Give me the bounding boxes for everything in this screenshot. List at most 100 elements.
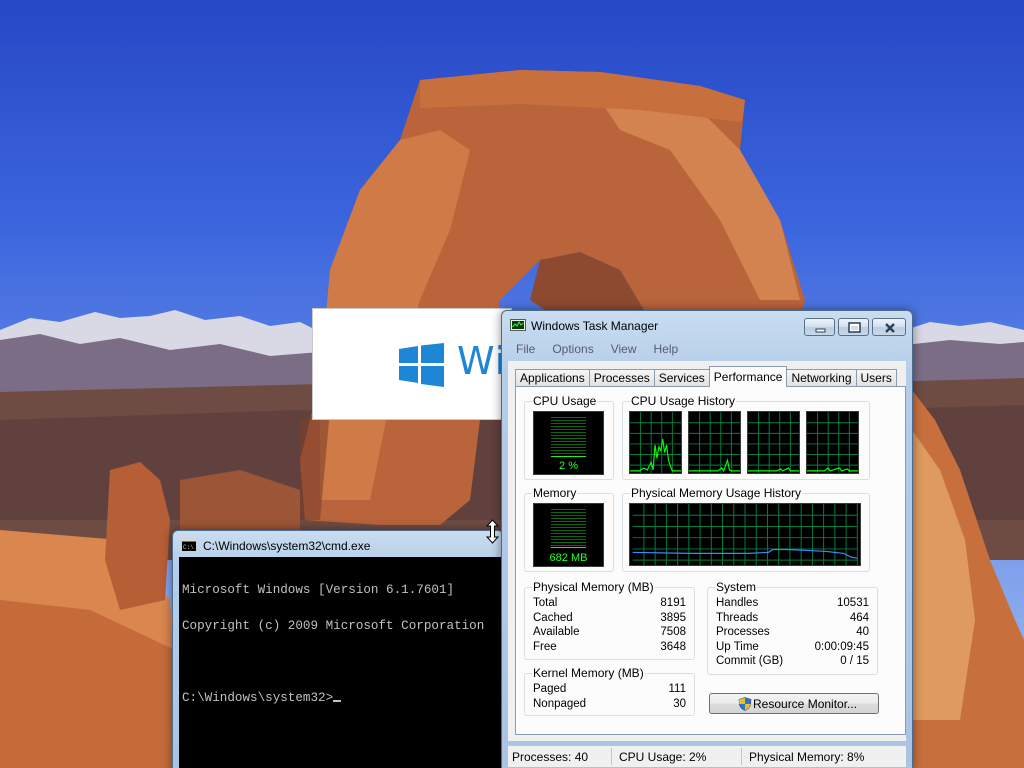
- system-label: System: [715, 580, 758, 594]
- cpu-usage-fill: [551, 455, 586, 458]
- svg-text:C:\: C:\: [183, 544, 194, 551]
- uac-shield-icon: [738, 697, 752, 711]
- cmd-title: C:\Windows\system32\cmd.exe: [203, 539, 371, 553]
- memory-fill: [551, 546, 586, 550]
- memory-value: 682 MB: [549, 552, 588, 564]
- menu-file[interactable]: File: [516, 340, 535, 360]
- maximize-icon: [848, 322, 861, 333]
- minimize-button[interactable]: [804, 318, 835, 336]
- menu-view[interactable]: View: [611, 340, 637, 360]
- tab-performance[interactable]: Performance: [708, 366, 788, 387]
- stat-row: Nonpaged 30: [533, 698, 686, 713]
- tab-users[interactable]: Users: [855, 369, 897, 387]
- resource-monitor-label: Resource Monitor...: [753, 697, 858, 711]
- status-separator: [611, 748, 612, 765]
- status-processes: Processes: 40: [512, 750, 589, 764]
- console-prompt-line: C:\Windows\system32>: [182, 692, 503, 704]
- stat-key: Processes: [716, 626, 770, 638]
- performance-panel: CPU Usage 2 % CPU Usage History Memory 6…: [515, 386, 906, 735]
- stat-row: Cached 3895: [533, 612, 686, 627]
- stat-key: Available: [533, 626, 580, 638]
- task-manager-icon: [510, 319, 526, 331]
- cpu-history-graph-core-3: [747, 411, 800, 474]
- windows-wordmark: Wi: [457, 339, 507, 383]
- tab-processes[interactable]: Processes: [588, 369, 655, 387]
- memory-history-group: Physical Memory Usage History: [622, 486, 870, 572]
- task-manager-body: Applications Processes Services Performa…: [508, 361, 906, 741]
- kernel-memory-label: Kernel Memory (MB): [532, 666, 645, 680]
- stat-key: Up Time: [716, 641, 759, 653]
- stat-value: 0:00:09:45: [814, 641, 869, 653]
- cpu-usage-group: CPU Usage 2 %: [524, 394, 614, 480]
- close-button[interactable]: [872, 318, 906, 336]
- physical-memory-group: Physical Memory (MB) Total 8191 Cached 389…: [524, 580, 695, 660]
- stat-row: Total 8191: [533, 597, 686, 612]
- stat-value: 40: [856, 626, 869, 638]
- cpu-usage-value: 2 %: [559, 460, 578, 472]
- cmd-window[interactable]: C:\ C:\Windows\system32\cmd.exe Microsof…: [172, 530, 504, 768]
- stat-row: Available 7508: [533, 626, 686, 641]
- stat-key: Handles: [716, 597, 759, 609]
- console-line: Microsoft Windows [Version 6.1.7601]: [182, 583, 455, 597]
- windows-logo-splash: Wi: [312, 308, 512, 420]
- cmd-icon: C:\: [181, 538, 197, 552]
- tab-strip: Applications Processes Services Performa…: [515, 366, 897, 387]
- vertical-resize-cursor-icon: [486, 519, 499, 544]
- status-memory: Physical Memory: 8%: [749, 750, 865, 764]
- tab-networking[interactable]: Networking: [786, 369, 857, 387]
- menu-bar: File Options View Help: [508, 340, 906, 360]
- stat-row: Up Time 0:00:09:45: [716, 641, 869, 656]
- task-manager-titlebar[interactable]: Windows Task Manager: [502, 311, 912, 339]
- stat-key: Paged: [533, 683, 567, 695]
- cmd-titlebar[interactable]: C:\ C:\Windows\system32\cmd.exe: [173, 531, 503, 559]
- stat-row: Paged 111: [533, 683, 686, 698]
- stat-value: 464: [849, 612, 869, 624]
- stat-key: Threads: [716, 612, 759, 624]
- cpu-usage-meter: 2 %: [533, 411, 604, 475]
- stat-value: 8191: [660, 597, 686, 609]
- console-line: Copyright (c) 2009 Microsoft Corporation: [182, 619, 485, 633]
- stat-row: Threads 464: [716, 612, 869, 627]
- stat-key: Commit (GB): [716, 655, 784, 667]
- kernel-memory-group: Kernel Memory (MB) Paged 111 Nonpaged 30: [524, 666, 695, 716]
- task-manager-title: Windows Task Manager: [531, 319, 659, 333]
- tab-services[interactable]: Services: [653, 369, 710, 387]
- cpu-history-trace: [807, 467, 858, 472]
- windows-logo-icon: [399, 343, 444, 387]
- minimize-icon: [815, 328, 826, 333]
- stat-value: 30: [673, 698, 686, 710]
- memory-history-label: Physical Memory Usage History: [630, 486, 803, 500]
- cpu-history-graph-core-4: [806, 411, 859, 474]
- stat-row: Commit (GB) 0 / 15: [716, 655, 869, 670]
- stat-key: Free: [533, 641, 557, 653]
- cpu-history-graph-core-1: [629, 411, 682, 474]
- stat-key: Nonpaged: [533, 698, 587, 710]
- close-icon: [885, 323, 895, 333]
- stat-value: 7508: [660, 626, 686, 638]
- physical-memory-label: Physical Memory (MB): [532, 580, 655, 594]
- cpu-history-group: CPU Usage History: [622, 394, 870, 480]
- status-bar: Processes: 40 CPU Usage: 2% Physical Mem…: [508, 745, 906, 767]
- menu-help[interactable]: Help: [654, 340, 679, 360]
- resource-monitor-button[interactable]: Resource Monitor...: [709, 693, 879, 714]
- tab-applications[interactable]: Applications: [515, 369, 590, 387]
- stat-row: Free 3648: [533, 641, 686, 656]
- memory-group: Memory 682 MB: [524, 486, 614, 572]
- memory-meter: 682 MB: [533, 503, 604, 567]
- stat-value: 3895: [660, 612, 686, 624]
- stat-row: Handles 10531: [716, 597, 869, 612]
- status-cpu: CPU Usage: 2%: [619, 750, 707, 764]
- cpu-history-graph-core-2: [688, 411, 741, 474]
- memory-history-graph: [629, 503, 861, 566]
- stat-value: 3648: [660, 641, 686, 653]
- stat-value: 10531: [837, 597, 869, 609]
- stat-key: Total: [533, 597, 558, 609]
- maximize-button[interactable]: [838, 318, 869, 336]
- text-cursor: [333, 700, 342, 702]
- status-separator: [741, 748, 742, 765]
- task-manager-window[interactable]: Windows Task Manager File Options View H…: [501, 310, 913, 768]
- cmd-console[interactable]: Microsoft Windows [Version 6.1.7601] Cop…: [179, 557, 503, 768]
- console-prompt: C:\Windows\system32>: [182, 691, 334, 705]
- menu-options[interactable]: Options: [552, 340, 593, 360]
